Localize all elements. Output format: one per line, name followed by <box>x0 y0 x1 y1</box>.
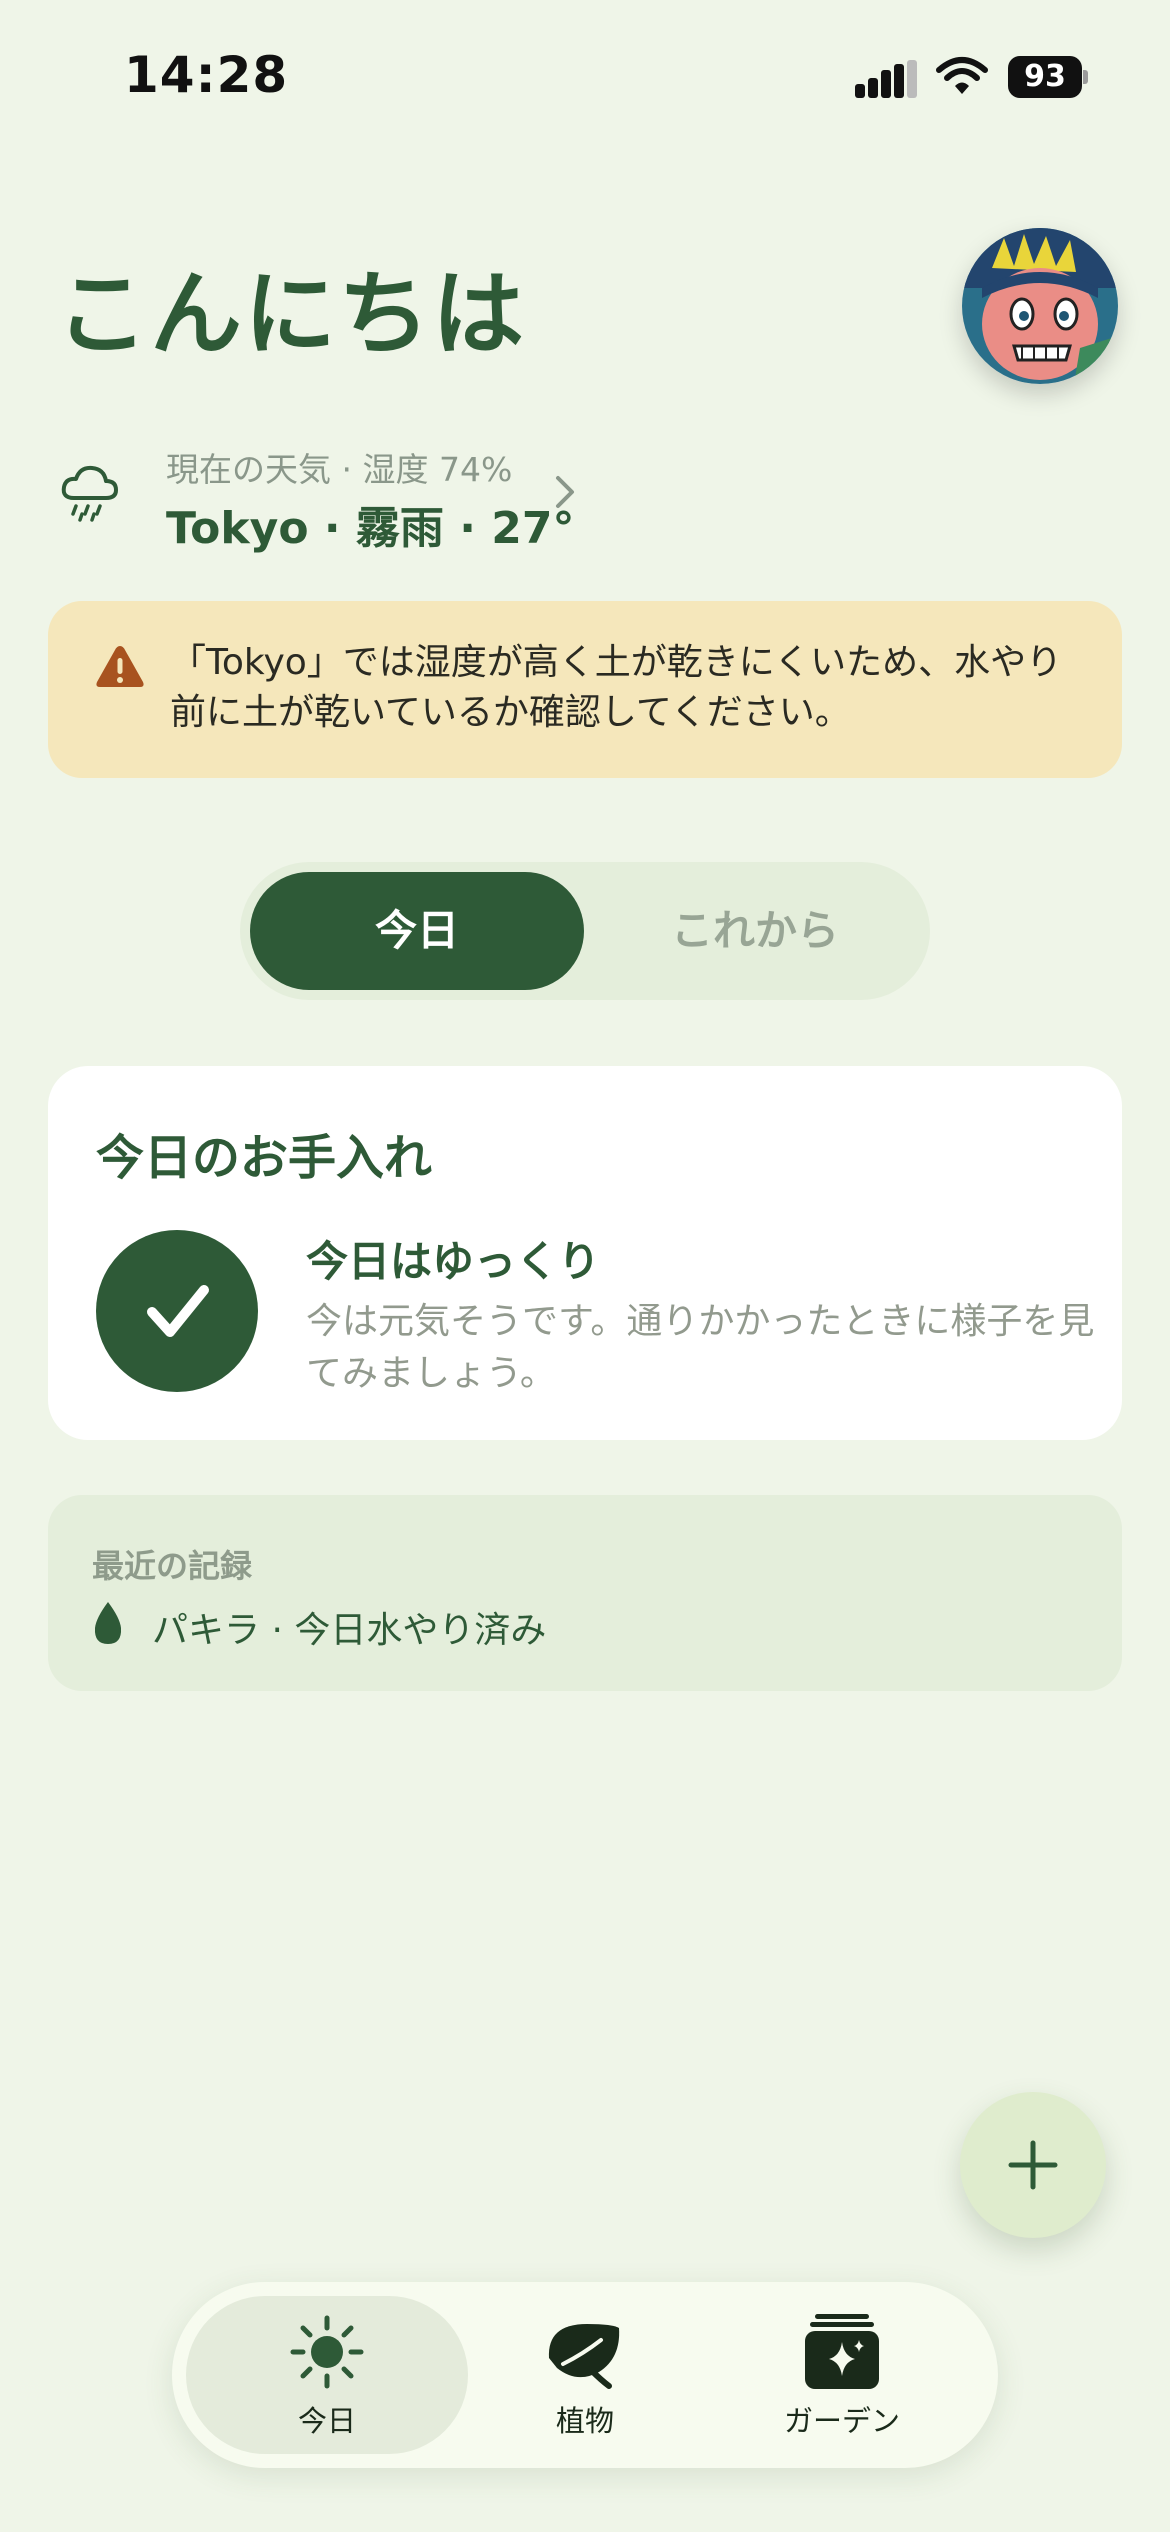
recent-log-card[interactable] <box>48 1495 1122 1691</box>
warning-triangle-icon <box>94 642 146 690</box>
weather-subtitle: 現在の天気 · 湿度 74% <box>166 450 513 489</box>
care-card-title: 今日のお手入れ <box>96 1130 433 1186</box>
cellular-signal-icon <box>855 58 917 98</box>
profile-avatar[interactable] <box>962 228 1118 384</box>
checkmark-icon <box>96 1230 258 1392</box>
add-plant-button[interactable] <box>960 2092 1106 2238</box>
warning-message: 「Tokyo」では湿度が高く土が乾きにくいため、水やり前に土が乾いているか確認し… <box>170 642 1063 733</box>
care-description: 今は元気そうです。通りかかったときに様子を見てみましょう。 <box>306 1301 1095 1394</box>
battery-indicator: 93 <box>1008 56 1088 98</box>
recent-log-label: 最近の記録 <box>92 1547 253 1585</box>
segment-today[interactable]: 今日 <box>250 872 584 990</box>
recent-log-item: パキラ · 今日水やり済み <box>152 1610 547 1651</box>
wifi-icon <box>936 56 988 96</box>
water-drop-icon <box>92 1600 124 1646</box>
chevron-right-icon[interactable] <box>548 472 582 512</box>
sun-icon <box>289 2314 365 2390</box>
segment-upcoming[interactable]: これから <box>588 872 922 990</box>
greeting-title: こんにちは <box>56 261 527 368</box>
status-time: 14:28 <box>124 46 289 104</box>
cloud-drizzle-icon <box>58 460 122 524</box>
tab-today-label: 今日 <box>297 2404 356 2438</box>
plus-icon <box>1008 2140 1058 2190</box>
sparkle-stack-icon[interactable] <box>805 2312 879 2390</box>
care-headline: 今日はゆっくり <box>306 1237 601 1286</box>
battery-level: 93 <box>1008 56 1082 98</box>
leaf-icon[interactable] <box>543 2318 623 2390</box>
tab-plants-label[interactable]: 植物 <box>495 2398 675 2440</box>
tab-garden-label[interactable]: ガーデン <box>752 2398 932 2440</box>
weather-summary[interactable]: Tokyo · 霧雨 · 27° <box>166 492 575 556</box>
